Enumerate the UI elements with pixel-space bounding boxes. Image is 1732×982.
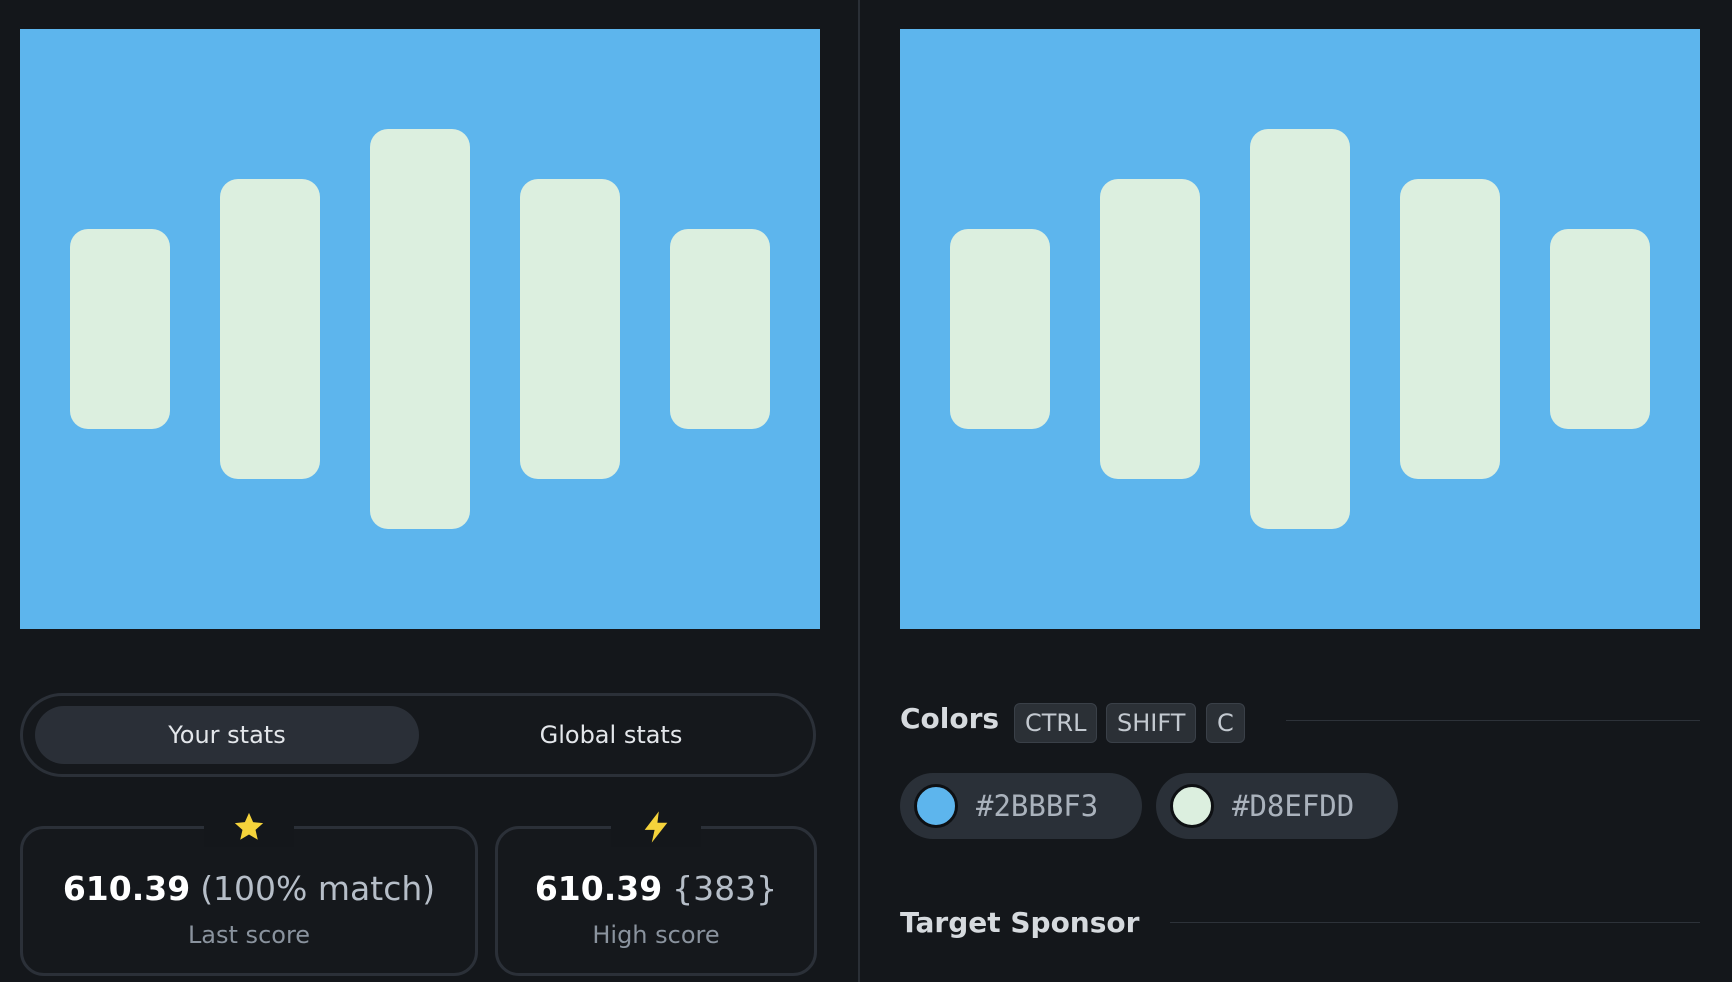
last-score-label: Last score xyxy=(187,921,311,949)
tab-your-stats[interactable]: Your stats xyxy=(35,706,419,764)
high-score-value: 610.39 xyxy=(534,869,663,908)
lightning-icon xyxy=(611,807,701,847)
target-bar-3 xyxy=(1250,129,1350,529)
last-score-card: 610.39 (100% match) Last score xyxy=(20,807,478,976)
colors-divider xyxy=(1286,720,1700,721)
color-swatch xyxy=(1170,784,1214,828)
shortcut-key-ctrl: CTRL xyxy=(1014,703,1098,743)
colors-heading: Colors xyxy=(900,702,1000,735)
target-canvas xyxy=(900,29,1700,629)
star-icon xyxy=(204,807,294,847)
last-score-value: 610.39 xyxy=(62,869,191,908)
target-bar-5 xyxy=(1550,229,1650,429)
color-hex: #2BBBF3 xyxy=(976,789,1099,823)
panel-divider xyxy=(858,0,860,982)
color-chip-foreground[interactable]: #D8EFDD xyxy=(1156,773,1398,839)
sponsor-divider xyxy=(1170,922,1700,923)
canvas-bar-3 xyxy=(370,129,470,529)
canvas-bar-5 xyxy=(670,229,770,429)
canvas-bar-4 xyxy=(520,179,620,479)
color-chip-background[interactable]: #2BBBF3 xyxy=(900,773,1142,839)
high-score-label: High score xyxy=(592,921,720,949)
shortcut-key-c: C xyxy=(1206,703,1245,743)
target-bar-1 xyxy=(950,229,1050,429)
output-canvas[interactable] xyxy=(20,29,820,629)
stats-tab-switcher: Your stats Global stats xyxy=(20,693,816,777)
high-score-chars: {383} xyxy=(672,869,778,908)
last-score-match: (100% match) xyxy=(200,869,436,908)
target-bar-2 xyxy=(1100,179,1200,479)
shortcut-key-shift: SHIFT xyxy=(1106,703,1197,743)
canvas-bar-2 xyxy=(220,179,320,479)
tab-global-stats[interactable]: Global stats xyxy=(419,706,803,764)
canvas-bar-1 xyxy=(70,229,170,429)
target-sponsor-heading: Target Sponsor xyxy=(900,906,1140,939)
color-swatch xyxy=(914,784,958,828)
high-score-card: 610.39 {383} High score xyxy=(495,807,817,976)
target-bar-4 xyxy=(1400,179,1500,479)
color-hex: #D8EFDD xyxy=(1232,789,1355,823)
